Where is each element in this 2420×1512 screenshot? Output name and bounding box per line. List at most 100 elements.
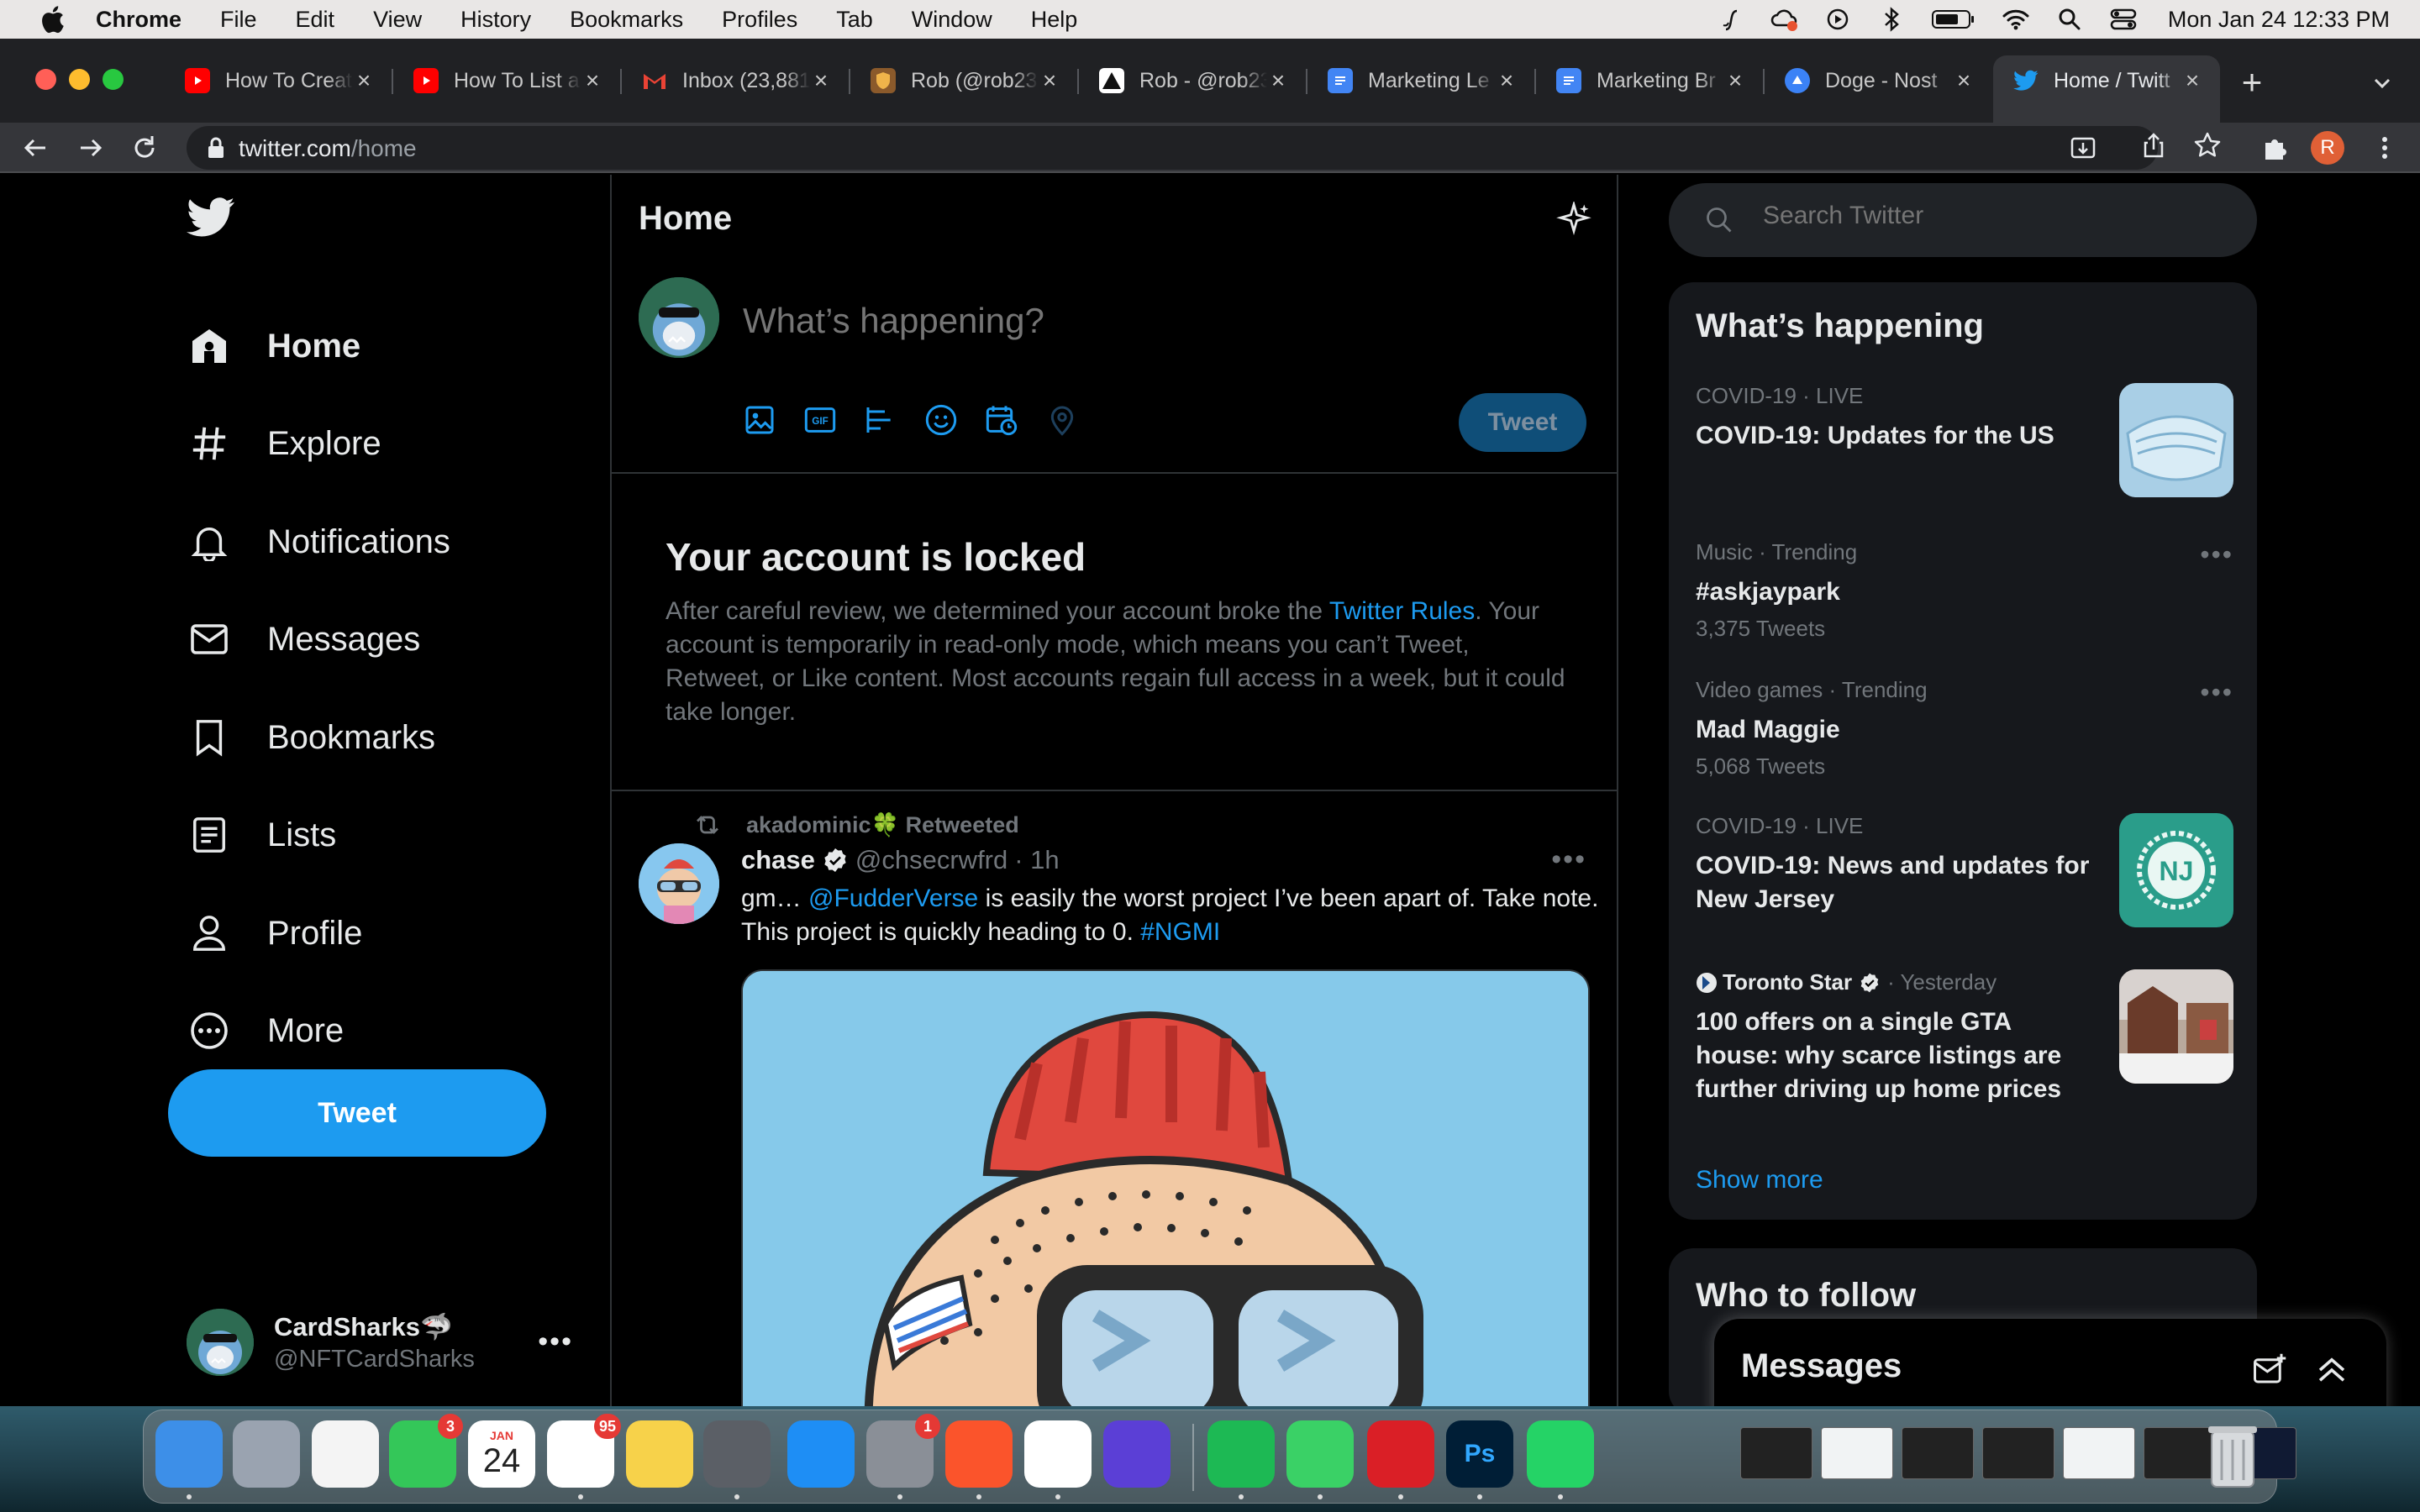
browser-tab[interactable]: Marketing Br × — [1536, 55, 1763, 106]
spotify-app-icon[interactable] — [1207, 1420, 1275, 1488]
new-message-icon[interactable] — [2252, 1352, 2287, 1388]
tweet-more-icon[interactable]: ••• — [1551, 843, 1586, 876]
close-tab-icon[interactable]: × — [2181, 67, 2203, 94]
chrome-menu-icon[interactable] — [2370, 133, 2400, 163]
bluetooth-icon[interactable] — [1877, 5, 1906, 34]
trend-item[interactable]: COVID-19 · LIVE COVID-19: News and updat… — [1696, 813, 2233, 927]
minimized-window[interactable] — [2063, 1427, 2135, 1479]
twitter-rules-link[interactable]: Twitter Rules — [1329, 597, 1475, 625]
nav-more[interactable]: More — [187, 1005, 344, 1056]
nav-explore[interactable]: Explore — [187, 418, 381, 469]
trend-item[interactable]: Video games · Trending Mad Maggie 5,068 … — [1696, 677, 2233, 780]
minimized-window[interactable] — [1821, 1427, 1893, 1479]
bookmark-star-icon[interactable] — [2193, 131, 2222, 160]
tweet-media-image[interactable] — [741, 969, 1590, 1406]
facetime-app-icon[interactable]: 3 — [389, 1414, 463, 1488]
account-switcher[interactable]: CardSharks🦈 @NFTCardSharks ••• — [187, 1300, 573, 1384]
composer-avatar[interactable] — [639, 277, 719, 358]
trash-icon[interactable] — [2203, 1420, 2262, 1490]
extensions-puzzle-icon[interactable] — [2260, 133, 2291, 163]
reminders-app-icon[interactable]: 95 — [547, 1414, 621, 1488]
close-tab-icon[interactable]: × — [581, 67, 603, 94]
menu-tab[interactable]: Tab — [836, 7, 873, 33]
menu-profiles[interactable]: Profiles — [722, 7, 797, 33]
minimized-window[interactable] — [1982, 1427, 2054, 1479]
composer-tweet-button[interactable]: Tweet — [1459, 393, 1586, 452]
browser-tab[interactable]: Doge - Nost × — [1765, 55, 1991, 106]
tab-search-icon[interactable] — [2370, 71, 2395, 96]
spotlight-search-icon[interactable] — [2055, 5, 2084, 34]
battery-icon[interactable] — [1931, 5, 1976, 34]
menu-help[interactable]: Help — [1031, 7, 1078, 33]
lock-icon[interactable] — [207, 137, 225, 163]
script-editor-app-icon[interactable] — [703, 1420, 771, 1488]
menu-bookmarks[interactable]: Bookmarks — [570, 7, 683, 33]
show-more-link[interactable]: Show more — [1696, 1166, 1823, 1194]
share-icon[interactable] — [2139, 131, 2168, 160]
control-center-icon[interactable] — [2109, 5, 2138, 34]
image-icon[interactable] — [743, 403, 776, 437]
tweet-author-avatar[interactable] — [639, 843, 719, 924]
notes-app-icon[interactable] — [626, 1420, 693, 1488]
trend-more-icon[interactable]: ••• — [2200, 539, 2233, 570]
menu-view[interactable]: View — [373, 7, 422, 33]
tweet-mention-link[interactable]: @FudderVerse — [808, 885, 978, 912]
tweet-author-name[interactable]: chase — [741, 845, 815, 875]
calendar-app-icon[interactable]: JAN 24 — [468, 1420, 535, 1488]
sidebar-tweet-button[interactable]: Tweet — [168, 1069, 546, 1157]
close-tab-icon[interactable]: × — [1039, 67, 1060, 94]
location-icon[interactable] — [1045, 403, 1079, 437]
browser-tab[interactable]: Marketing Le × — [1307, 55, 1534, 106]
menu-edit[interactable]: Edit — [296, 7, 335, 33]
twitter-logo-icon[interactable] — [187, 197, 235, 239]
app-store-app-icon[interactable] — [787, 1420, 855, 1488]
trend-item[interactable]: Music · Trending #askjaypark 3,375 Tweet… — [1696, 539, 2233, 642]
browser-tab[interactable]: How To Create × — [165, 55, 392, 106]
nav-notifications[interactable]: Notifications — [187, 517, 450, 567]
play-status-icon[interactable] — [1823, 5, 1852, 34]
back-button[interactable] — [20, 133, 50, 163]
tweet-hashtag-link[interactable]: #NGMI — [1140, 918, 1220, 946]
nav-lists[interactable]: Lists — [187, 810, 336, 860]
emoji-icon[interactable] — [924, 403, 958, 437]
reload-button[interactable] — [129, 133, 160, 163]
minimize-window-button[interactable] — [69, 69, 90, 90]
menu-history[interactable]: History — [460, 7, 531, 33]
system-preferences-app-icon[interactable]: 1 — [866, 1414, 940, 1488]
expand-drawer-icon[interactable] — [2314, 1352, 2349, 1388]
account-more-icon[interactable]: ••• — [538, 1326, 573, 1358]
search-input[interactable] — [1763, 202, 2217, 230]
browser-tab[interactable]: Rob (@rob23 × — [850, 55, 1077, 106]
photos-app-icon[interactable] — [312, 1420, 379, 1488]
menu-app-name[interactable]: Chrome — [96, 7, 182, 33]
browser-tab[interactable]: How To List a × — [393, 55, 620, 106]
messages-app-icon[interactable] — [1286, 1420, 1354, 1488]
trend-more-icon[interactable]: ••• — [2200, 677, 2233, 708]
browser-tab[interactable]: Inbox (23,881 × — [622, 55, 849, 106]
search-box[interactable] — [1669, 183, 2257, 257]
new-tab-button[interactable]: + — [2237, 65, 2267, 100]
menu-file[interactable]: File — [220, 7, 257, 33]
nav-profile[interactable]: Profile — [187, 908, 362, 958]
messages-drawer[interactable]: Messages — [1714, 1319, 2386, 1406]
chrome-app-icon[interactable] — [1024, 1420, 1092, 1488]
close-tab-icon[interactable]: × — [1953, 67, 1975, 94]
install-app-icon[interactable] — [2069, 134, 2097, 163]
trend-item[interactable]: Toronto Star · Yesterday 100 offers on a … — [1696, 969, 2233, 1106]
close-tab-icon[interactable]: × — [1724, 67, 1746, 94]
script-status-icon[interactable] — [1716, 5, 1744, 34]
gif-icon[interactable]: GIF — [803, 403, 837, 437]
address-bar[interactable]: twitter.com/home — [187, 126, 2158, 170]
creative-cloud-status-icon[interactable] — [1770, 5, 1798, 34]
browser-tab[interactable]: Rob - @rob23 × — [1079, 55, 1306, 106]
close-window-button[interactable] — [35, 69, 56, 90]
nav-bookmarks[interactable]: Bookmarks — [187, 712, 435, 763]
menubar-clock[interactable]: Mon Jan 24 12:33 PM — [2168, 7, 2390, 33]
brave-app-icon[interactable] — [945, 1420, 1013, 1488]
retweet-context[interactable]: akadominic🍀 Retweeted — [692, 810, 1019, 840]
schedule-icon[interactable] — [985, 403, 1018, 437]
zoom-window-button[interactable] — [103, 69, 124, 90]
tweet-time[interactable]: · 1h — [1014, 845, 1059, 875]
chrome-profile-avatar[interactable]: R — [2311, 131, 2344, 165]
composer-input[interactable] — [743, 301, 1499, 341]
